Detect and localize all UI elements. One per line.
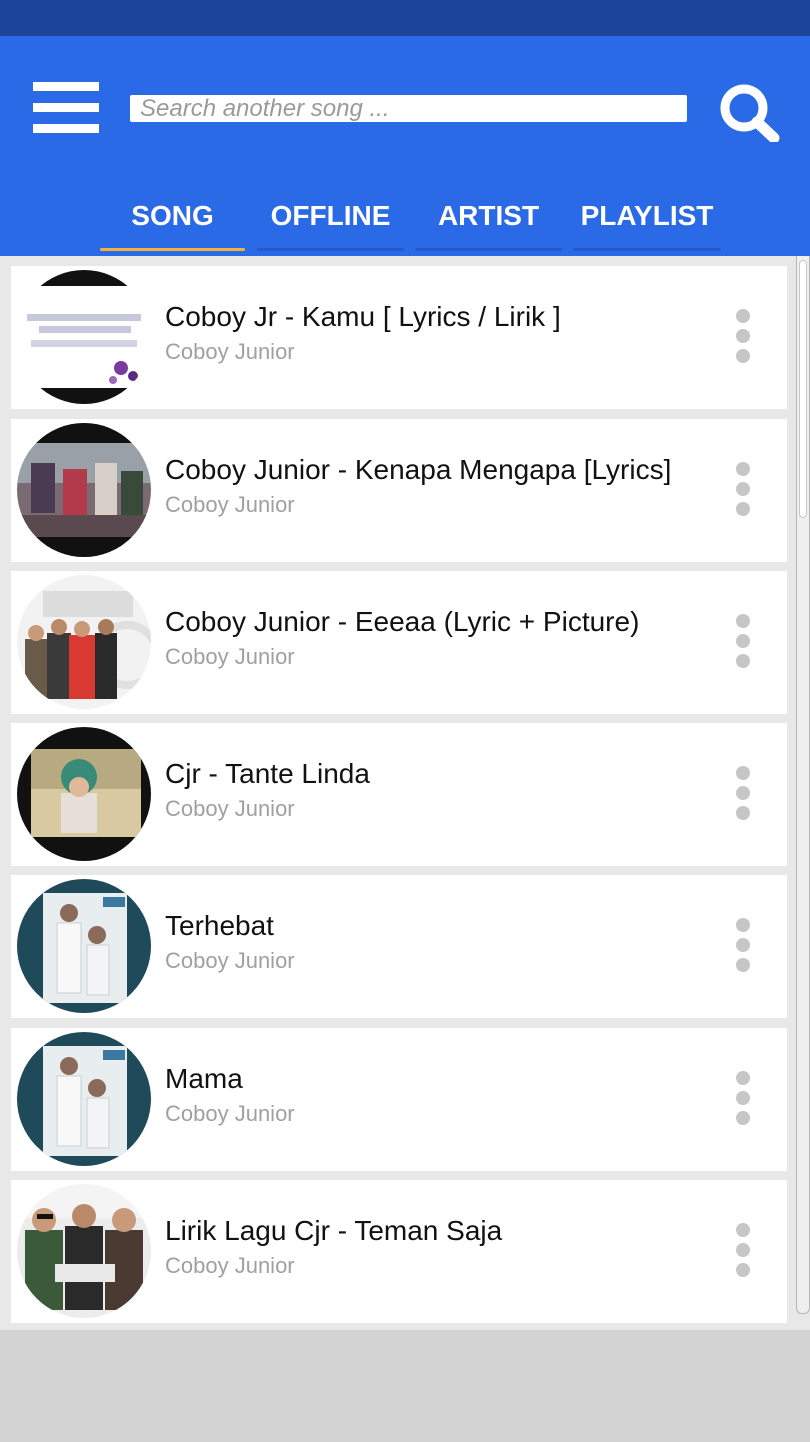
tab-playlist[interactable]: PLAYLIST [573, 186, 721, 254]
search-icon [720, 84, 780, 144]
more-options-button[interactable] [729, 915, 757, 979]
status-bar [0, 0, 810, 36]
tab-offline[interactable]: OFFLINE [257, 186, 404, 254]
more-options-button[interactable] [729, 763, 757, 827]
song-list-item[interactable]: Coboy Jr - Kamu [ Lyrics / Lirik ] Coboy… [11, 266, 787, 409]
song-title: Lirik Lagu Cjr - Teman Saja [165, 1215, 503, 1246]
song-thumbnail [17, 575, 151, 709]
song-thumbnail [17, 727, 151, 861]
tab-label: ARTIST [437, 200, 540, 231]
song-artist: Coboy Junior [165, 948, 295, 973]
song-list: Coboy Jr - Kamu [ Lyrics / Lirik ] Coboy… [0, 256, 810, 1330]
more-options-button[interactable] [729, 306, 757, 370]
song-artist: Coboy Junior [165, 492, 295, 517]
song-title: Coboy Jr - Kamu [ Lyrics / Lirik ] [165, 301, 561, 332]
song-artist: Coboy Junior [165, 1253, 295, 1278]
song-title: Coboy Junior - Kenapa Mengapa [Lyrics] [165, 454, 672, 485]
song-artist: Coboy Junior [165, 339, 295, 364]
tab-indicator [100, 248, 245, 251]
more-options-button[interactable] [729, 459, 757, 523]
song-list-item[interactable]: Terhebat Coboy Junior [11, 875, 787, 1018]
more-options-button[interactable] [729, 1220, 757, 1284]
song-thumbnail [17, 1184, 151, 1318]
menu-button[interactable] [30, 82, 100, 134]
song-thumbnail [17, 423, 151, 557]
song-artist: Coboy Junior [165, 644, 295, 669]
bottom-empty-area [0, 1330, 810, 1442]
song-artist: Coboy Junior [165, 1101, 295, 1126]
tab-label: OFFLINE [270, 200, 391, 231]
search-input[interactable] [130, 95, 687, 122]
song-list-item[interactable]: Coboy Junior - Kenapa Mengapa [Lyrics] C… [11, 419, 787, 562]
more-options-button[interactable] [729, 611, 757, 675]
tab-label: PLAYLIST [580, 200, 714, 231]
app-header: SONG OFFLINE ARTIST PLAYLIST [0, 36, 810, 256]
search-button[interactable] [716, 82, 782, 144]
song-title: Coboy Junior - Eeeaa (Lyric + Picture) [165, 606, 640, 637]
tab-indicator [257, 248, 404, 251]
tab-artist[interactable]: ARTIST [415, 186, 562, 254]
tab-song[interactable]: SONG [100, 186, 245, 254]
song-list-item[interactable]: Lirik Lagu Cjr - Teman Saja Coboy Junior [11, 1180, 787, 1323]
song-title: Terhebat [165, 910, 274, 941]
song-list-item[interactable]: Mama Coboy Junior [11, 1028, 787, 1171]
tab-indicator [415, 248, 562, 251]
song-thumbnail [17, 270, 151, 404]
song-list-item[interactable]: Coboy Junior - Eeeaa (Lyric + Picture) C… [11, 571, 787, 714]
tab-indicator [573, 248, 721, 251]
scroll-thumb[interactable] [799, 260, 807, 518]
list-scrollbar[interactable] [796, 256, 810, 1314]
tab-label: SONG [131, 200, 214, 231]
more-options-button[interactable] [729, 1068, 757, 1132]
song-list-item[interactable]: Cjr - Tante Linda Coboy Junior [11, 723, 787, 866]
song-title: Cjr - Tante Linda [165, 758, 370, 789]
song-thumbnail [17, 1032, 151, 1166]
song-artist: Coboy Junior [165, 796, 295, 821]
tab-bar: SONG OFFLINE ARTIST PLAYLIST [100, 186, 725, 254]
song-title: Mama [165, 1063, 243, 1094]
song-thumbnail [17, 879, 151, 1013]
